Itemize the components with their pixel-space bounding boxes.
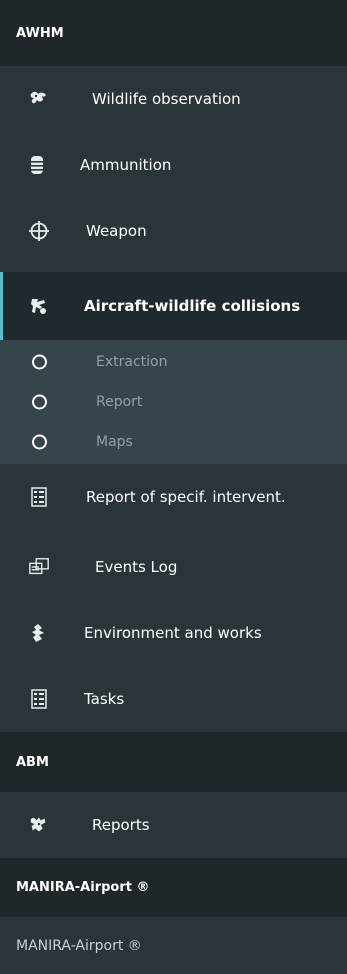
sidebar-item-label: Events Log [95,558,178,576]
environment-icon [28,622,50,644]
sidebar-item-report-specif-intervent[interactable]: Report of specif. intervent. [0,464,347,530]
sidebar-item-weapon[interactable]: Weapon [0,198,347,264]
sidebar-item-label: Weapon [86,222,147,240]
sidebar-item-label: Wildlife observation [92,90,241,108]
sidebar-item-tasks[interactable]: Tasks [0,666,347,732]
sidebar-item-environment-works[interactable]: Environment and works [0,600,347,666]
sidebar-item-aircraft-wildlife-collisions[interactable]: Aircraft-wildlife collisions [0,272,347,340]
reports-icon [28,814,50,836]
sidebar-item-events-log[interactable]: Events Log [0,534,347,600]
events-log-icon [28,556,50,578]
section-title-abm: ABM [16,754,49,770]
submenu-item-label: Report [96,394,143,410]
sidebar-item-label: Reports [92,816,150,834]
ammunition-icon [26,154,48,176]
section-header-manira: MANIRA-Airport ® [0,858,347,917]
sidebar-item-ammunition[interactable]: Ammunition [0,132,347,198]
tasks-icon [28,688,50,710]
sidebar-item-label: Tasks [84,690,125,708]
section-header-abm: ABM [0,732,347,792]
sidebar-item-wildlife-observation[interactable]: Wildlife observation [0,66,347,132]
report-icon [28,486,50,508]
circle-icon [32,354,47,370]
submenu-item-maps[interactable]: Maps [0,422,347,462]
submenu-item-report[interactable]: Report [0,382,347,422]
circle-icon [32,394,47,410]
submenu-item-label: Extraction [96,354,168,370]
sidebar-item-label: Ammunition [80,156,172,174]
sidebar-item-label: Aircraft-wildlife collisions [84,297,301,315]
sidebar-item-label: MANIRA-Airport ® [16,937,142,954]
sidebar-item-manira-airport[interactable]: MANIRA-Airport ® [0,917,347,974]
sidebar-item-label: Report of specif. intervent. [86,488,286,506]
sidebar: AWHM Wildlife observation Ammunition Wea… [0,0,347,974]
sidebar-item-label: Environment and works [84,624,262,642]
sidebar-item-reports[interactable]: Reports [0,792,347,858]
section-title-awhm: AWHM [16,25,64,41]
collisions-submenu: Extraction Report Maps [0,340,347,464]
circle-icon [32,434,47,450]
section-header-awhm: AWHM [0,0,347,66]
section-title-manira: MANIRA-Airport ® [16,880,150,895]
collision-icon [28,295,50,317]
crosshair-icon [28,220,50,242]
wildlife-icon [28,88,50,110]
submenu-item-extraction[interactable]: Extraction [0,342,347,382]
submenu-item-label: Maps [96,434,133,450]
